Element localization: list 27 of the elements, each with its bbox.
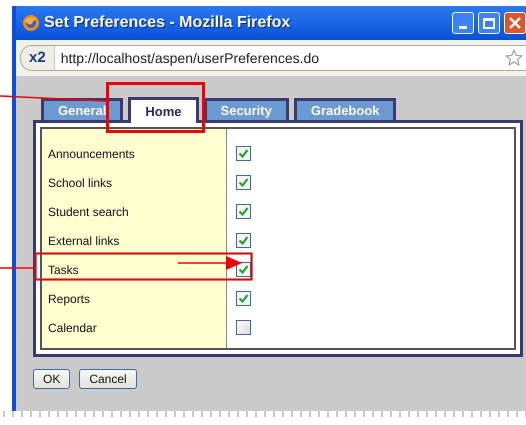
tab[interactable]: Home	[128, 97, 199, 123]
checkbox[interactable]	[236, 204, 251, 219]
preference-label: Student search	[47, 204, 130, 220]
preference-label: School links	[47, 174, 114, 192]
minimize-button[interactable]	[452, 12, 474, 34]
checkbox[interactable]	[236, 175, 251, 190]
site-badge: x2	[21, 46, 55, 70]
window-title: Set Preferences - Mozilla Firefox	[44, 13, 292, 33]
checkbox[interactable]	[236, 146, 251, 161]
preference-label: Reports	[47, 290, 92, 308]
close-icon	[509, 17, 521, 29]
checkbox[interactable]	[236, 320, 251, 335]
cancel-button[interactable]: Cancel	[79, 369, 137, 389]
checkbox[interactable]	[236, 233, 251, 248]
checkbox[interactable]	[236, 291, 251, 306]
preference-label: Calendar	[47, 320, 98, 336]
maximize-button[interactable]	[478, 12, 500, 34]
star-icon[interactable]	[505, 49, 523, 67]
ok-button[interactable]: OK	[33, 369, 70, 389]
globe-icon	[22, 14, 40, 32]
close-button[interactable]	[504, 12, 526, 34]
preference-label: Tasks	[47, 262, 80, 278]
preference-label: External links	[47, 232, 120, 250]
address-bar[interactable]: x2 http://localhost/aspen/userPreferences.do	[20, 45, 526, 71]
preference-label: Announcements	[47, 146, 136, 162]
url-text: http://localhost/aspen/userPreferences.do	[60, 48, 320, 68]
checkbox[interactable]	[236, 262, 251, 277]
